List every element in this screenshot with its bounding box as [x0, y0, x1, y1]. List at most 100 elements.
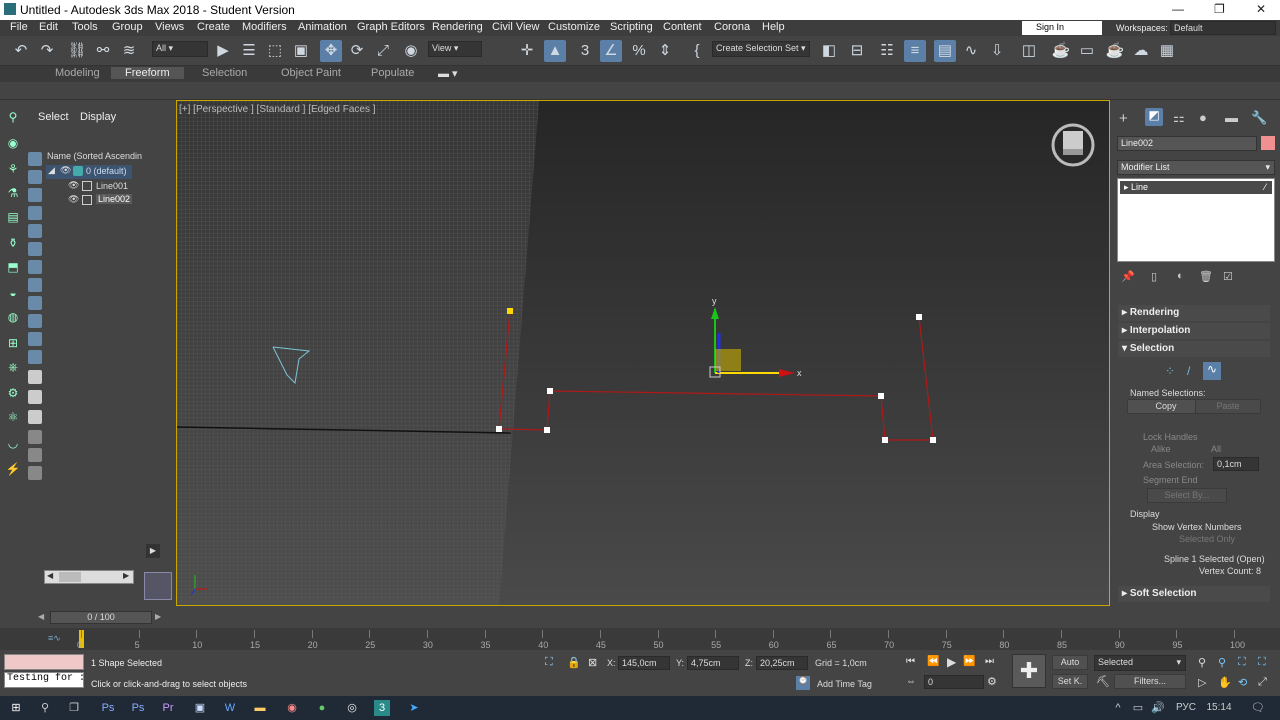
vertex-mode-icon[interactable]: ⁘: [1165, 364, 1175, 378]
network-icon[interactable]: ▭: [1130, 700, 1146, 716]
redo-icon[interactable]: ↷: [36, 40, 58, 62]
key-mode-icon[interactable]: ⇔: [906, 676, 916, 687]
cameras-icon[interactable]: ◒: [5, 286, 21, 302]
render-production-icon[interactable]: ☕: [1104, 40, 1126, 62]
close-button[interactable]: ✕: [1256, 2, 1266, 16]
menu-group[interactable]: Group: [112, 21, 143, 33]
area-selection-spinner[interactable]: 0,1cm: [1213, 457, 1259, 471]
zoom-all-icon[interactable]: ⚲: [1218, 656, 1226, 669]
helpers-icon[interactable]: ◍: [5, 310, 21, 326]
zoom-icon[interactable]: ⚲: [1198, 656, 1206, 669]
create-tab-icon[interactable]: +: [1119, 110, 1128, 127]
area-selection-checkbox[interactable]: Area Selection:: [1143, 460, 1204, 470]
select-tool-icon[interactable]: ⚲: [5, 110, 21, 126]
tree-row-layer[interactable]: ◢ 👁 0 (default): [46, 165, 132, 179]
isolate-selection-icon[interactable]: ⛶: [545, 656, 553, 669]
hierarchy-icon[interactable]: ⚘: [5, 162, 21, 178]
filter-hidden-icon[interactable]: [28, 350, 42, 364]
display-tool-icon[interactable]: ◉: [5, 136, 21, 152]
menu-scripting[interactable]: Scripting: [610, 21, 653, 33]
key-filter-icon[interactable]: ⛏: [1096, 675, 1110, 688]
ribbon-toggle-icon[interactable]: ▤: [934, 40, 956, 62]
scroll-thumb[interactable]: [59, 572, 81, 582]
spacewarps-icon[interactable]: ⊞: [5, 336, 21, 352]
key-selection-dropdown[interactable]: Selected ▾: [1094, 655, 1186, 671]
filter-spacewarps-icon[interactable]: [28, 242, 42, 256]
rollout-soft-selection[interactable]: ▸ Soft Selection: [1118, 586, 1270, 602]
scroll-left-icon[interactable]: ◀: [47, 571, 53, 580]
workspace-dropdown[interactable]: Default: [1170, 21, 1276, 35]
hierarchy-tab-icon[interactable]: ⚏: [1173, 110, 1185, 126]
track-bar[interactable]: ≡∿ 0 5 10 15 20 25 30 35 40 45 50 55 60 65 70 75 80 85 90 9…: [0, 628, 1280, 650]
place-icon[interactable]: ◉: [400, 40, 422, 62]
menu-civil-view[interactable]: Civil View: [492, 21, 539, 33]
telegram-icon[interactable]: ➤: [406, 700, 422, 716]
photoshop-icon[interactable]: Ps: [100, 700, 116, 716]
tab-selection[interactable]: Selection: [202, 67, 247, 79]
visibility-eye-icon[interactable]: 👁: [68, 194, 79, 205]
menu-modifiers[interactable]: Modifiers: [242, 21, 287, 33]
select-manipulate-icon[interactable]: ▲: [544, 40, 566, 62]
display-tab-icon[interactable]: ▬: [1225, 110, 1238, 125]
app-icon-box[interactable]: ▣: [192, 700, 208, 716]
tab-object-paint[interactable]: Object Paint: [281, 67, 341, 79]
bones-icon[interactable]: ⚙: [5, 386, 21, 402]
modifier-stack[interactable]: ▸ Line ⁄: [1117, 178, 1275, 262]
task-view-icon[interactable]: ❐: [66, 700, 82, 716]
lock-handles-checkbox[interactable]: Lock Handles: [1143, 432, 1198, 442]
explorer-icon[interactable]: ▬: [252, 700, 268, 716]
segment-end-checkbox[interactable]: Segment End: [1143, 475, 1198, 485]
column-header-name[interactable]: Name (Sorted Ascendin: [47, 151, 142, 161]
filter-frozen-icon[interactable]: [28, 332, 42, 346]
tree-row-line002[interactable]: 👁 Line002: [66, 194, 133, 208]
link-icon[interactable]: ⛓: [66, 40, 88, 62]
menu-content[interactable]: Content: [663, 21, 702, 33]
rollout-rendering[interactable]: ▸ Rendering: [1118, 305, 1270, 321]
selection-filter-dropdown[interactable]: All ▾: [152, 41, 208, 57]
rollout-interpolation[interactable]: ▸ Interpolation: [1118, 323, 1270, 339]
angle-snap-icon[interactable]: ∠: [600, 40, 622, 62]
previous-key-icon[interactable]: ⏪: [927, 656, 939, 667]
menu-corona[interactable]: Corona: [714, 21, 750, 33]
curve-editor-icon[interactable]: ∿: [960, 40, 982, 62]
orbit-icon[interactable]: ⟲: [1238, 676, 1247, 689]
signin-dropdown[interactable]: Sign In: [1022, 21, 1102, 35]
reference-coordinate-dropdown[interactable]: View ▾: [428, 41, 482, 57]
select-by-name-icon[interactable]: ☰: [238, 40, 260, 62]
remove-modifier-icon[interactable]: 🗑: [1199, 270, 1213, 283]
minimize-button[interactable]: —: [1172, 2, 1184, 16]
menu-edit[interactable]: Edit: [39, 21, 58, 33]
scene-explorer-tab-select[interactable]: Select: [38, 111, 69, 123]
spinner-snap-icon[interactable]: ⇕: [654, 40, 676, 62]
layer-explorer-icon[interactable]: ≡: [904, 40, 926, 62]
key-filters-button[interactable]: Filters...: [1114, 674, 1186, 689]
utilities-tab-icon[interactable]: 🔧: [1251, 110, 1267, 126]
viewport-layout-icon[interactable]: [144, 572, 172, 600]
play-icon[interactable]: ▶: [947, 655, 956, 669]
unlink-icon[interactable]: ⚯: [92, 40, 114, 62]
maxscript-listener-mini[interactable]: [4, 654, 84, 670]
particles-icon[interactable]: ⚛: [5, 410, 21, 426]
mirror-icon[interactable]: ◧: [818, 40, 840, 62]
select-scale-icon[interactable]: ⤢: [372, 40, 394, 62]
modifier-list-dropdown[interactable]: Modifier List ▾: [1117, 160, 1275, 175]
menu-rendering[interactable]: Rendering: [432, 21, 483, 33]
filter-geometry-icon[interactable]: [28, 152, 42, 166]
menu-customize[interactable]: Customize: [548, 21, 600, 33]
field-of-view-icon[interactable]: ▷: [1198, 676, 1206, 689]
menu-help[interactable]: Help: [762, 21, 785, 33]
viewport-label[interactable]: [+] [Perspective ] [Standard ] [Edged Fa…: [179, 104, 376, 115]
menu-create[interactable]: Create: [197, 21, 230, 33]
horizontal-scrollbar[interactable]: ◀ ▶: [44, 570, 134, 584]
show-end-result-icon[interactable]: ▯: [1151, 270, 1157, 283]
x-coordinate-field[interactable]: 145,0cm: [618, 656, 670, 670]
snaps-toggle-icon[interactable]: 3: [574, 40, 596, 62]
selection-lock-icon[interactable]: 🔒: [567, 656, 581, 669]
set-key-button[interactable]: Set K.: [1052, 674, 1088, 689]
z-coordinate-field[interactable]: 20,25cm: [756, 656, 808, 670]
windows-start-icon[interactable]: ⊞: [8, 700, 24, 716]
spline-mode-icon[interactable]: ∿: [1203, 362, 1221, 380]
set-key-icon[interactable]: ✚: [1012, 654, 1046, 688]
word-icon[interactable]: W: [222, 700, 238, 716]
auto-key-button[interactable]: Auto: [1052, 655, 1088, 670]
